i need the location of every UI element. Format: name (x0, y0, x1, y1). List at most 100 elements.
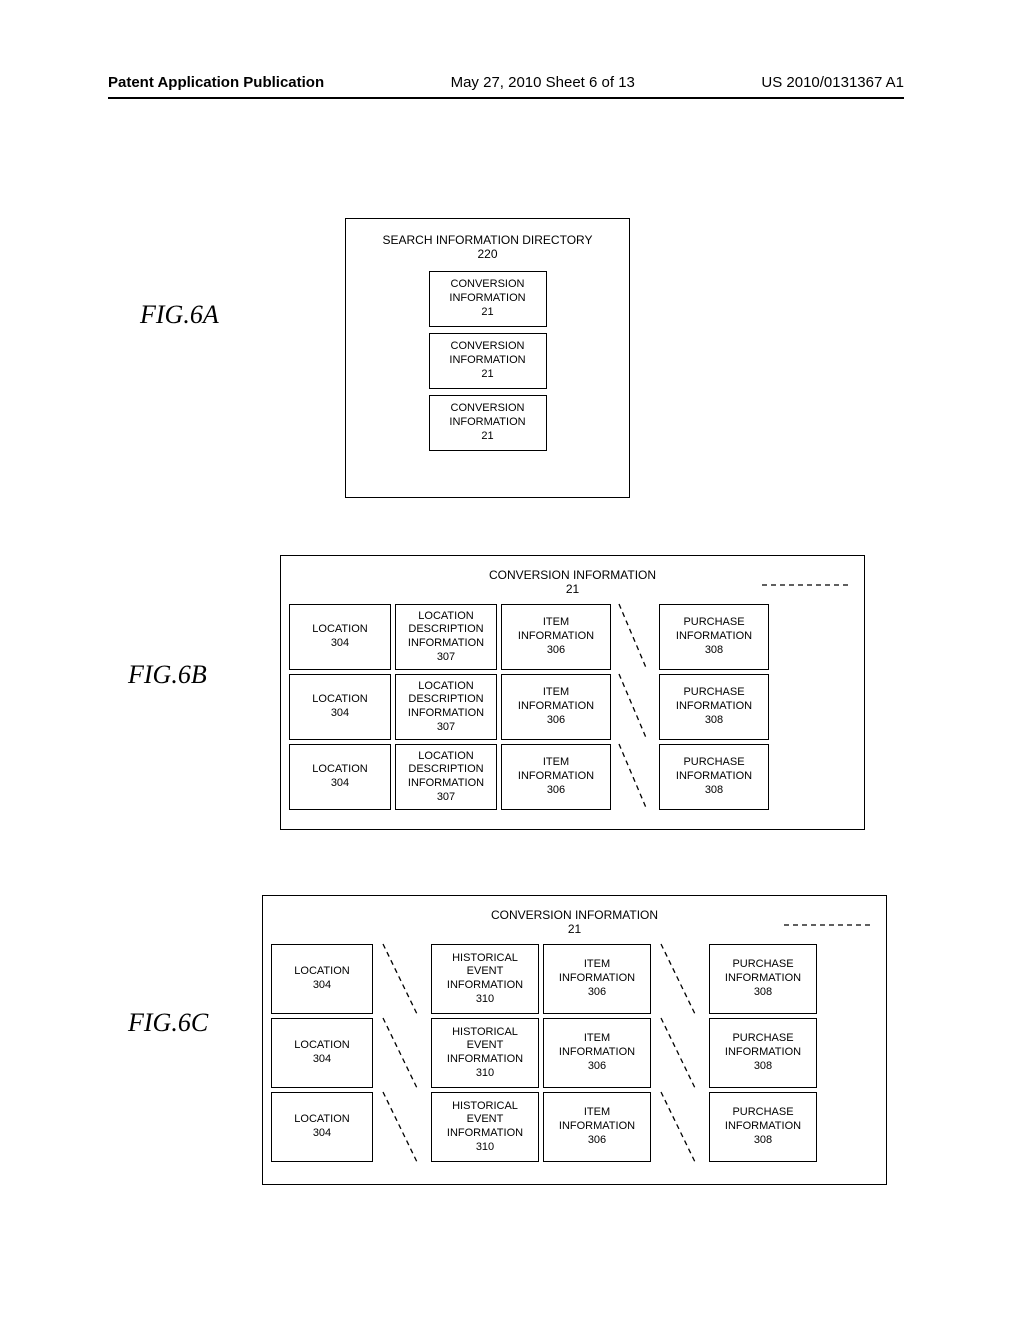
fig6a-conversion-box: CONVERSION INFORMATION 21 (429, 333, 547, 389)
purchase-num: 308 (714, 986, 812, 1000)
fig6b-label: FIG.6B (128, 660, 207, 690)
location-cell: LOCATION 304 (271, 1018, 373, 1088)
header-left: Patent Application Publication (108, 74, 324, 91)
fig6b-title-num: 21 (566, 582, 579, 596)
hist-num: 310 (436, 1067, 534, 1081)
fig6a-inner-label: CONVERSION INFORMATION (434, 278, 542, 306)
location-label: LOCATION (276, 965, 368, 979)
purchase-num: 308 (714, 1060, 812, 1074)
location-num: 304 (276, 1053, 368, 1067)
location-cell: LOCATION 304 (289, 674, 391, 740)
item-label: ITEM INFORMATION (506, 756, 606, 784)
fig6a-title: SEARCH INFORMATION DIRECTORY 220 (346, 233, 629, 261)
purchase-cell: PURCHASE INFORMATION 308 (709, 1018, 817, 1088)
separator-gap (655, 944, 705, 1014)
locdesc-label: LOCATION DESCRIPTION INFORMATION (400, 680, 492, 721)
fig6c-row: LOCATION 304 HISTORICAL EVENT INFORMATIO… (271, 1092, 878, 1162)
item-num: 306 (548, 986, 646, 1000)
historical-cell: HISTORICAL EVENT INFORMATION 310 (431, 944, 539, 1014)
purchase-label: PURCHASE INFORMATION (714, 958, 812, 986)
item-label: ITEM INFORMATION (506, 686, 606, 714)
location-label: LOCATION (276, 1039, 368, 1053)
dash-line-icon (615, 674, 655, 740)
location-label: LOCATION (276, 1113, 368, 1127)
hist-num: 310 (436, 993, 534, 1007)
fig6a-outer-num: 220 (477, 247, 497, 261)
fig6a-conversion-box: CONVERSION INFORMATION 21 (429, 395, 547, 451)
fig6a-inner-num: 21 (434, 306, 542, 320)
item-num: 306 (548, 1060, 646, 1074)
fig6c-title-block: CONVERSION INFORMATION 21 (263, 908, 886, 936)
item-cell: ITEM INFORMATION 306 (543, 1018, 651, 1088)
separator-gap (615, 604, 655, 670)
purchase-num: 308 (664, 784, 764, 798)
fig6a-conversion-box: CONVERSION INFORMATION 21 (429, 271, 547, 327)
fig6a-inner-label: CONVERSION INFORMATION (434, 402, 542, 430)
fig6a-outer-title: SEARCH INFORMATION DIRECTORY (382, 233, 592, 247)
separator-gap (655, 1092, 705, 1162)
separator-gap (377, 944, 427, 1014)
fig6c-outer-box: CONVERSION INFORMATION 21 LOCATION 304 H… (262, 895, 887, 1185)
purchase-cell: PURCHASE INFORMATION 308 (659, 744, 769, 810)
purchase-num: 308 (664, 714, 764, 728)
fig6b-outer-box: CONVERSION INFORMATION 21 LOCATION 304 L… (280, 555, 865, 830)
purchase-cell: PURCHASE INFORMATION 308 (659, 604, 769, 670)
separator-gap (655, 1018, 705, 1088)
purchase-num: 308 (664, 644, 764, 658)
purchase-cell: PURCHASE INFORMATION 308 (659, 674, 769, 740)
fig6a-inner-stack: CONVERSION INFORMATION 21 CONVERSION INF… (346, 271, 629, 451)
fig6a-inner-num: 21 (434, 430, 542, 444)
dash-line-icon (655, 944, 705, 1014)
locdesc-num: 307 (400, 651, 492, 665)
purchase-label: PURCHASE INFORMATION (714, 1032, 812, 1060)
separator-gap (615, 674, 655, 740)
locdesc-label: LOCATION DESCRIPTION INFORMATION (400, 750, 492, 791)
dash-line-icon (615, 604, 655, 670)
item-cell: ITEM INFORMATION 306 (501, 604, 611, 670)
hist-label: HISTORICAL EVENT INFORMATION (436, 1100, 534, 1141)
fig6c-label: FIG.6C (128, 1008, 208, 1038)
fig6c-title-num: 21 (568, 922, 581, 936)
location-cell: LOCATION 304 (289, 604, 391, 670)
item-cell: ITEM INFORMATION 306 (501, 744, 611, 810)
item-num: 306 (506, 714, 606, 728)
page-header: Patent Application Publication May 27, 2… (108, 74, 904, 99)
separator-gap (615, 744, 655, 810)
location-desc-cell: LOCATION DESCRIPTION INFORMATION 307 (395, 674, 497, 740)
historical-cell: HISTORICAL EVENT INFORMATION 310 (431, 1018, 539, 1088)
item-label: ITEM INFORMATION (548, 1032, 646, 1060)
fig6b-row: LOCATION 304 LOCATION DESCRIPTION INFORM… (289, 674, 856, 740)
separator-gap (377, 1018, 427, 1088)
historical-cell: HISTORICAL EVENT INFORMATION 310 (431, 1092, 539, 1162)
location-label: LOCATION (294, 693, 386, 707)
locdesc-num: 307 (400, 721, 492, 735)
dash-line-icon (377, 1018, 427, 1088)
fig6c-title: CONVERSION INFORMATION (491, 908, 658, 922)
location-num: 304 (276, 979, 368, 993)
item-num: 306 (506, 784, 606, 798)
fig6c-row: LOCATION 304 HISTORICAL EVENT INFORMATIO… (271, 944, 878, 1014)
fig6b-row: LOCATION 304 LOCATION DESCRIPTION INFORM… (289, 744, 856, 810)
fig6a-outer-box: SEARCH INFORMATION DIRECTORY 220 CONVERS… (345, 218, 630, 498)
location-cell: LOCATION 304 (289, 744, 391, 810)
item-cell: ITEM INFORMATION 306 (501, 674, 611, 740)
location-num: 304 (294, 707, 386, 721)
item-label: ITEM INFORMATION (506, 616, 606, 644)
item-num: 306 (548, 1134, 646, 1148)
location-desc-cell: LOCATION DESCRIPTION INFORMATION 307 (395, 744, 497, 810)
fig6b-rows: LOCATION 304 LOCATION DESCRIPTION INFORM… (281, 604, 864, 818)
dash-line-icon (615, 744, 655, 810)
location-desc-cell: LOCATION DESCRIPTION INFORMATION 307 (395, 604, 497, 670)
fig6c-row: LOCATION 304 HISTORICAL EVENT INFORMATIO… (271, 1018, 878, 1088)
purchase-cell: PURCHASE INFORMATION 308 (709, 944, 817, 1014)
purchase-num: 308 (714, 1134, 812, 1148)
header-mid: May 27, 2010 Sheet 6 of 13 (451, 74, 635, 91)
header-right: US 2010/0131367 A1 (761, 74, 904, 91)
dash-line-icon (655, 1092, 705, 1162)
location-num: 304 (294, 777, 386, 791)
locdesc-num: 307 (400, 791, 492, 805)
fig6c-rows: LOCATION 304 HISTORICAL EVENT INFORMATIO… (263, 944, 886, 1170)
dash-line-icon (655, 1018, 705, 1088)
purchase-label: PURCHASE INFORMATION (664, 616, 764, 644)
item-num: 306 (506, 644, 606, 658)
